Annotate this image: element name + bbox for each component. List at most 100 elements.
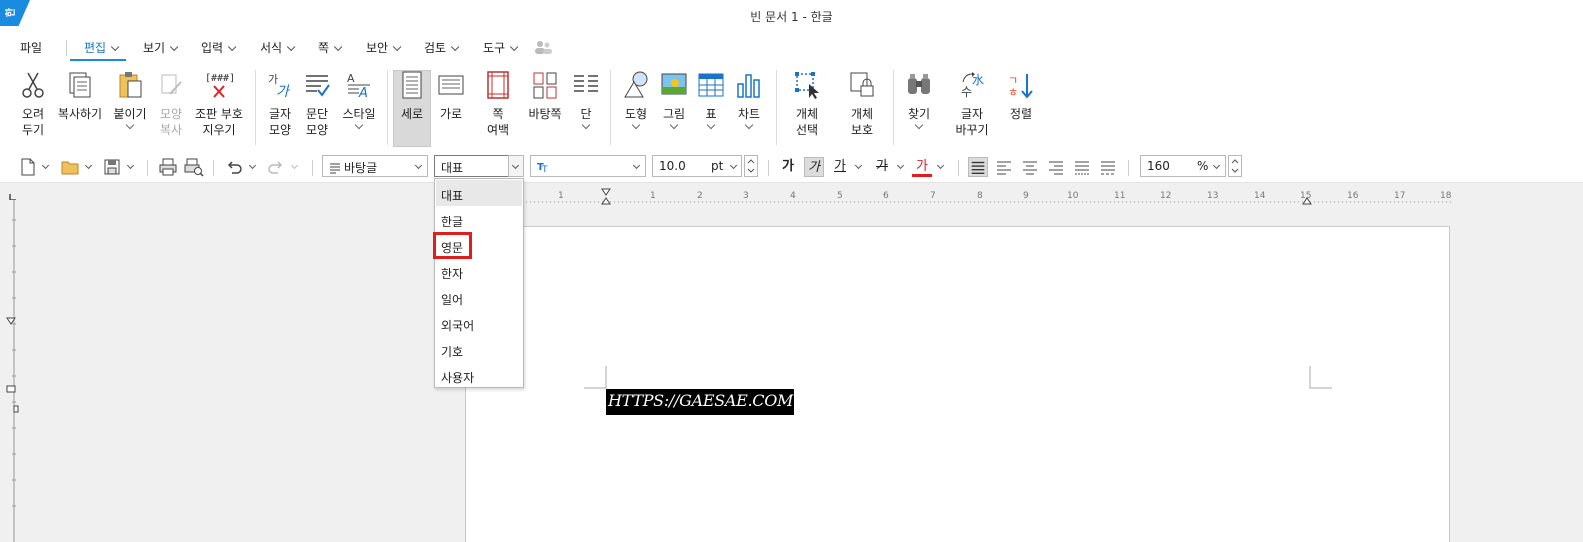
lang-option-hanja[interactable]: 한자 <box>436 258 522 284</box>
clear-codes-button[interactable]: [###] 조판 부호 지우기 <box>194 70 244 138</box>
align-right-icon[interactable] <box>1046 157 1066 177</box>
style-select[interactable]: 바탕글 <box>322 155 428 177</box>
font-size-value: 10.0 <box>659 159 686 173</box>
table-button[interactable]: 표 <box>696 70 726 132</box>
chevron-down-icon <box>169 42 179 52</box>
font-color-button[interactable]: 가 <box>912 157 932 177</box>
chevron-down-icon[interactable] <box>734 122 764 132</box>
first-line-indent-marker[interactable] <box>601 188 611 196</box>
open-folder-icon[interactable] <box>60 157 80 177</box>
menu-tools[interactable]: 도구 <box>483 39 519 56</box>
page-margin-button[interactable]: 쪽 여백 <box>480 70 516 138</box>
menu-review[interactable]: 검토 <box>424 39 460 56</box>
underline-button[interactable]: 가 <box>830 157 850 177</box>
align-justify-icon[interactable] <box>968 157 988 177</box>
menu-edit[interactable]: 편집 <box>84 39 120 56</box>
menu-file[interactable]: 파일 <box>20 39 42 56</box>
font-select[interactable]: TT <box>530 155 646 177</box>
master-page-button[interactable]: 바탕쪽 <box>526 70 564 122</box>
chevron-down-icon[interactable] <box>340 122 378 132</box>
window-title: 빈 문서 1 - 한글 <box>750 10 833 24</box>
chevron-down-icon[interactable] <box>620 122 652 132</box>
para-shape-button[interactable]: 문단 모양 <box>301 70 333 138</box>
font-size-field[interactable]: 10.0 pt <box>652 155 742 177</box>
portrait-button[interactable]: 세로 <box>396 70 428 122</box>
chevron-down-icon <box>110 42 120 52</box>
menu-view[interactable]: 보기 <box>143 39 179 56</box>
lang-option-japanese[interactable]: 일어 <box>436 284 522 310</box>
zoom-value: 160 <box>1147 159 1170 173</box>
margin-corner-marker <box>584 366 607 389</box>
char-shape-button[interactable]: 가가 글자 모양 <box>264 70 296 138</box>
menu-page[interactable]: 쪽 <box>318 39 343 56</box>
menu-insert[interactable]: 입력 <box>201 39 237 56</box>
lang-option-representative[interactable]: 대표 <box>436 180 522 206</box>
landscape-button[interactable]: 가로 <box>435 70 467 122</box>
print-icon[interactable] <box>158 157 178 177</box>
users-icon[interactable] <box>534 40 552 54</box>
chevron-down-icon[interactable] <box>904 122 934 132</box>
margin-corner-marker <box>1309 366 1332 389</box>
lang-option-symbol[interactable]: 기호 <box>436 336 522 362</box>
svg-text:A: A <box>358 86 368 100</box>
align-split-icon[interactable] <box>1098 157 1118 177</box>
copy-button[interactable]: 복사하기 <box>56 70 104 122</box>
zoom-unit: % <box>1197 159 1209 173</box>
format-painter-icon <box>161 74 182 95</box>
print-preview-icon[interactable] <box>184 157 204 177</box>
svg-text:가: 가 <box>276 84 291 100</box>
ruler-tick: 6 <box>883 191 889 201</box>
paste-button[interactable]: 붙이기 <box>112 70 148 132</box>
chevron-down-icon[interactable] <box>248 161 257 170</box>
undo-icon[interactable] <box>224 157 244 177</box>
chevron-down-icon[interactable] <box>936 161 945 170</box>
menu-security[interactable]: 보안 <box>366 39 402 56</box>
lang-option-foreign[interactable]: 외국어 <box>436 310 522 336</box>
format-painter-button[interactable]: 모양 복사 <box>154 70 188 138</box>
shape-button[interactable]: 도형 <box>620 70 652 132</box>
chart-button[interactable]: 차트 <box>734 70 764 132</box>
object-select-button[interactable]: 개체 선택 <box>792 70 822 138</box>
strikethrough-button[interactable]: 가 <box>872 157 892 177</box>
left-indent-marker[interactable] <box>601 197 611 205</box>
lang-option-user[interactable]: 사용자 <box>436 362 522 388</box>
chevron-down-icon[interactable] <box>696 122 726 132</box>
chevron-down-icon <box>509 42 519 52</box>
align-distribute-icon[interactable] <box>1072 157 1092 177</box>
chevron-down-icon[interactable] <box>112 122 148 132</box>
chevron-down-icon[interactable] <box>84 161 93 170</box>
save-icon[interactable] <box>102 157 122 177</box>
chevron-down-icon[interactable] <box>41 161 50 170</box>
chevron-down-icon[interactable] <box>571 122 601 132</box>
lang-option-korean[interactable]: 한글 <box>436 206 522 232</box>
page-margin-icon <box>487 71 509 99</box>
align-left-icon[interactable] <box>994 157 1014 177</box>
font-size-spinner[interactable] <box>744 155 758 177</box>
new-document-icon[interactable] <box>18 157 38 177</box>
char-convert-button[interactable]: 수水 글자 바꾸기 <box>950 70 994 138</box>
ruler-tick: 4 <box>790 191 796 201</box>
zoom-spinner[interactable] <box>1228 155 1242 177</box>
cut-button[interactable]: 오려 두기 <box>16 70 50 138</box>
redo-icon[interactable] <box>266 157 286 177</box>
sort-button[interactable]: ㄱㅎ 정렬 <box>1006 70 1036 122</box>
bold-button[interactable]: 가 <box>778 157 798 177</box>
columns-button[interactable]: 단 <box>571 70 601 132</box>
chevron-down-icon[interactable] <box>126 161 135 170</box>
chevron-down-icon[interactable] <box>658 122 690 132</box>
selected-document-text[interactable]: HTTPS://GAESAE.COM <box>606 389 794 415</box>
style-button[interactable]: AA 스타일 <box>340 70 378 132</box>
horizontal-ruler[interactable]: 2 1 1 2 3 4 5 6 7 8 9 10 11 12 13 14 15 … <box>466 188 1452 208</box>
chevron-down-icon[interactable] <box>290 161 299 170</box>
find-button[interactable]: 찾기 <box>904 70 934 132</box>
italic-button[interactable]: 가 <box>804 157 824 177</box>
menu-format[interactable]: 서식 <box>260 39 296 56</box>
chevron-down-icon[interactable] <box>896 161 905 170</box>
chevron-down-icon[interactable] <box>854 161 863 170</box>
vertical-ruler[interactable] <box>4 200 20 542</box>
picture-button[interactable]: 그림 <box>658 70 690 132</box>
truetype-font-icon: TT <box>537 162 548 175</box>
object-protect-button[interactable]: 개체 보호 <box>842 70 882 138</box>
document-page[interactable] <box>465 226 1450 542</box>
align-center-icon[interactable] <box>1020 157 1040 177</box>
